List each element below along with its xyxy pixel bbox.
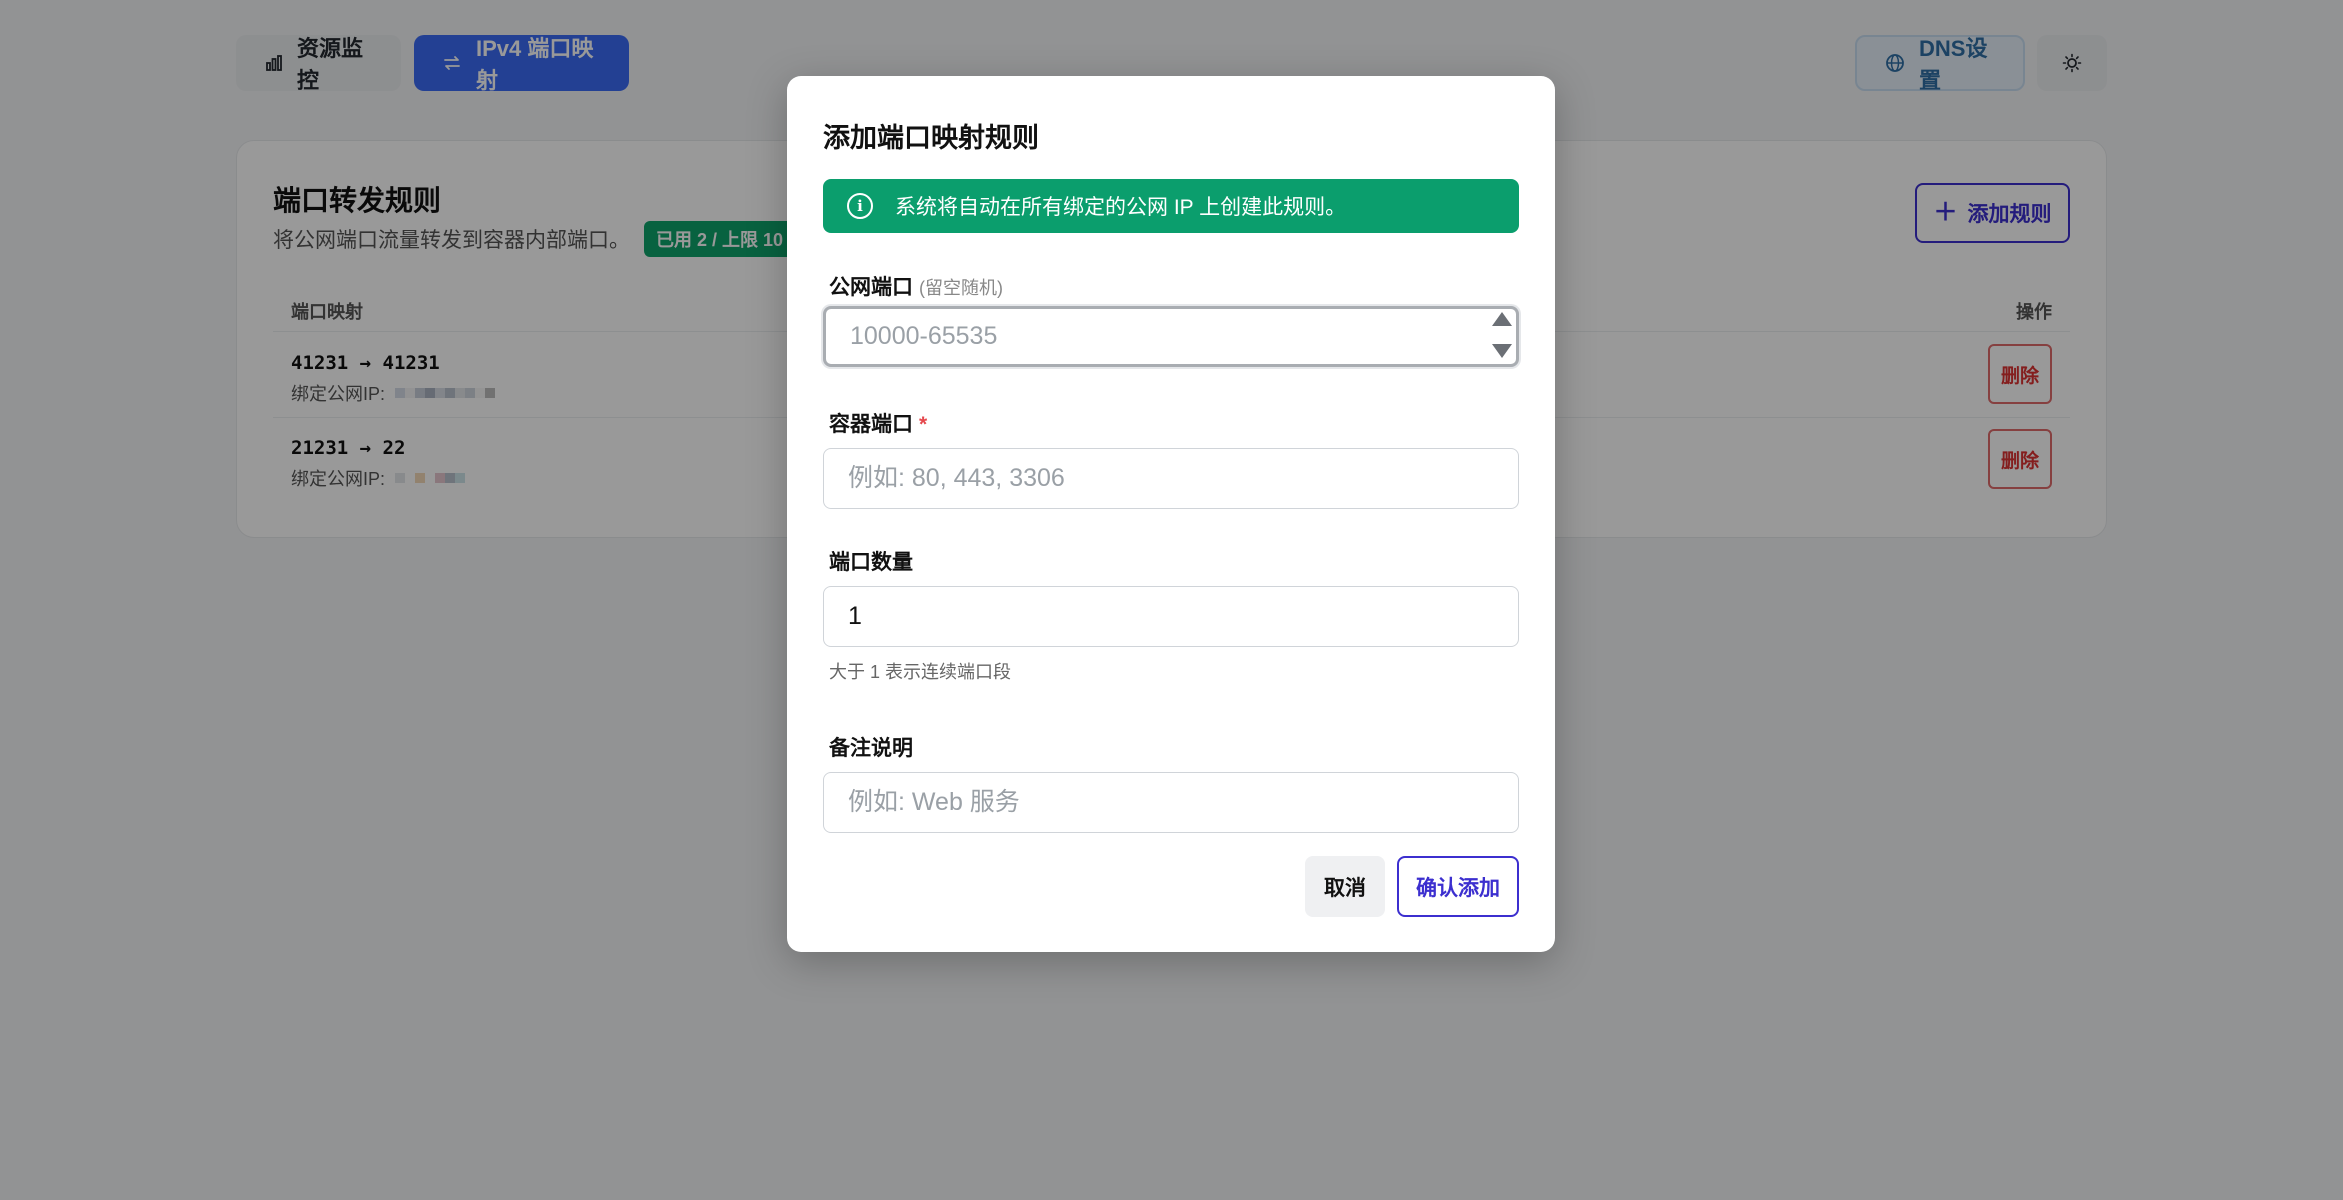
info-alert: i 系统将自动在所有绑定的公网 IP 上创建此规则。 bbox=[823, 179, 1519, 233]
number-stepper[interactable] bbox=[1492, 309, 1512, 361]
stepper-up-icon[interactable] bbox=[1492, 312, 1512, 326]
port-count-label: 端口数量 bbox=[829, 551, 913, 574]
cancel-button[interactable]: 取消 bbox=[1305, 856, 1385, 917]
required-mark: * bbox=[919, 413, 928, 436]
stepper-down-icon[interactable] bbox=[1492, 344, 1512, 358]
add-port-mapping-dialog: 添加端口映射规则 i 系统将自动在所有绑定的公网 IP 上创建此规则。 公网端口… bbox=[787, 76, 1555, 952]
public-port-label: 公网端口 (留空随机) bbox=[829, 271, 1003, 301]
info-alert-text: 系统将自动在所有绑定的公网 IP 上创建此规则。 bbox=[895, 196, 1347, 219]
dialog-title: 添加端口映射规则 bbox=[823, 123, 1039, 153]
public-port-label-text: 公网端口 bbox=[829, 276, 913, 299]
public-port-hint: (留空随机) bbox=[919, 278, 1003, 298]
container-port-label-text: 容器端口 bbox=[829, 413, 913, 436]
remark-input[interactable] bbox=[823, 772, 1519, 833]
public-port-input[interactable] bbox=[823, 306, 1519, 367]
info-icon: i bbox=[847, 193, 873, 219]
container-port-input[interactable] bbox=[823, 448, 1519, 509]
confirm-add-button[interactable]: 确认添加 bbox=[1397, 856, 1519, 917]
container-port-label: 容器端口 * bbox=[829, 408, 927, 438]
port-count-input[interactable] bbox=[823, 586, 1519, 647]
port-count-help: 大于 1 表示连续端口段 bbox=[829, 662, 1012, 682]
remark-label: 备注说明 bbox=[829, 737, 913, 760]
